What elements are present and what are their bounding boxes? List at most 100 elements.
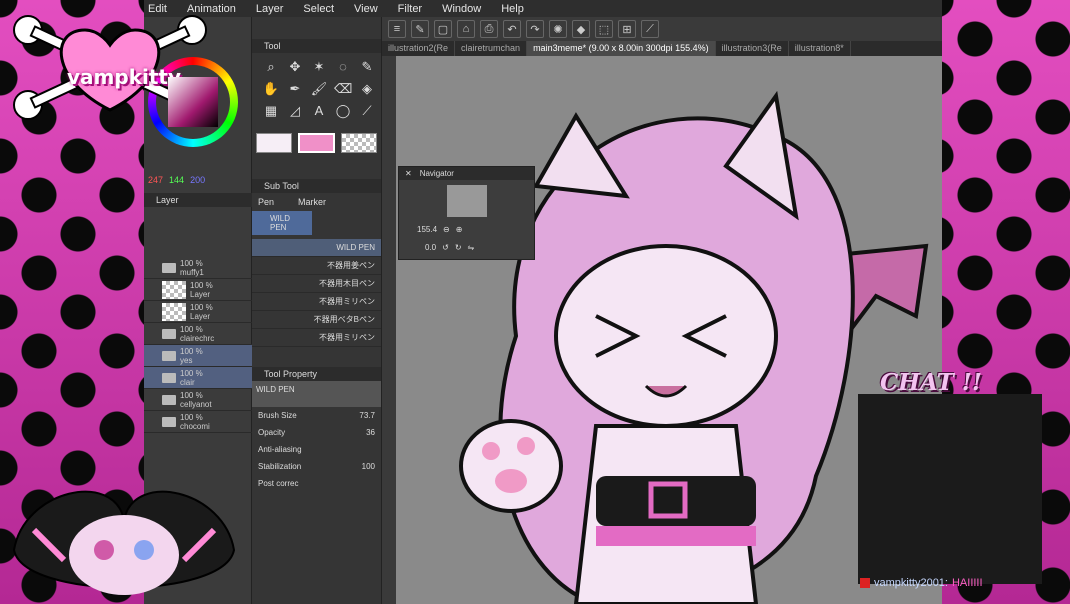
layer-row[interactable]: 100 % Layer bbox=[144, 279, 252, 301]
folder-icon bbox=[162, 416, 176, 427]
zoom-out-icon[interactable]: ⊖ bbox=[443, 225, 450, 234]
gradient-icon[interactable]: ▦ bbox=[262, 103, 280, 121]
layer-panel-header: Layer bbox=[144, 193, 252, 207]
folder-icon bbox=[162, 372, 176, 383]
figure-icon[interactable]: ◿ bbox=[286, 103, 304, 121]
fill-icon[interactable]: ◈ bbox=[358, 81, 376, 99]
face bbox=[554, 244, 778, 428]
sub-tool-tab-marker[interactable]: Marker bbox=[298, 197, 326, 207]
menu-icon[interactable]: ≡ bbox=[388, 20, 406, 38]
document-tab[interactable]: main3meme* (9.00 x 8.00in 300dpi 155.4%) bbox=[527, 41, 716, 56]
chat-box bbox=[858, 394, 1042, 584]
paw-bean bbox=[482, 442, 500, 460]
rotate-left-icon[interactable]: ↺ bbox=[442, 243, 449, 252]
brush-item[interactable]: 不器用ベタBペン bbox=[252, 311, 381, 329]
balloon-icon[interactable]: ◯ bbox=[334, 103, 352, 121]
swatch-light[interactable] bbox=[256, 133, 293, 153]
new-icon[interactable]: ▢ bbox=[434, 20, 452, 38]
brush-item[interactable]: WILD PEN bbox=[252, 239, 381, 257]
sub-tool-group[interactable]: WILD PEN bbox=[252, 211, 312, 235]
pen-icon[interactable]: ✒ bbox=[286, 81, 304, 99]
paw-pad bbox=[495, 469, 527, 493]
close-icon[interactable]: ✕ bbox=[405, 169, 412, 178]
post-correction-row[interactable]: Post correc bbox=[252, 475, 381, 492]
zoom-value[interactable]: 155.4 bbox=[417, 225, 437, 234]
chat-title: CHAT !! bbox=[880, 369, 982, 396]
stabilization-row[interactable]: Stabilization 100 bbox=[252, 458, 381, 475]
layer-row[interactable]: 100 % muffy1 bbox=[144, 257, 252, 279]
zoom-icon[interactable]: ⌕ bbox=[262, 59, 280, 77]
brush-item[interactable]: 不器用ミリペン bbox=[252, 293, 381, 311]
layer-row[interactable]: 100 % chocomi bbox=[144, 411, 252, 433]
layer-thumbnail bbox=[162, 280, 186, 299]
brush-icon[interactable]: 🖌 bbox=[310, 81, 328, 99]
layer-opacity: 100 % bbox=[180, 324, 203, 334]
menu-view[interactable]: View bbox=[354, 3, 378, 15]
navigator-thumbnail[interactable] bbox=[447, 185, 487, 217]
anti-aliasing-row[interactable]: Anti-aliasing bbox=[252, 441, 381, 458]
menu-help[interactable]: Help bbox=[501, 3, 524, 15]
eyedropper-icon[interactable]: ✎ bbox=[358, 59, 376, 77]
rotation-value[interactable]: 0.0 bbox=[425, 243, 436, 252]
menu-window[interactable]: Window bbox=[442, 3, 481, 15]
rotate-right-icon[interactable]: ↻ bbox=[455, 243, 462, 252]
opacity-row[interactable]: Opacity 36 bbox=[252, 424, 381, 441]
draw-icon[interactable]: ✎ bbox=[411, 20, 429, 38]
brush-item[interactable]: 不器用姜ペン bbox=[252, 257, 381, 275]
layer-name: yes bbox=[180, 355, 193, 365]
stabilization-value[interactable]: 100 bbox=[362, 462, 375, 471]
swatch-pink[interactable] bbox=[298, 133, 335, 153]
clear-icon[interactable]: ✺ bbox=[549, 20, 567, 38]
layer-opacity: 100 % bbox=[190, 302, 213, 312]
eraser-icon[interactable]: ⌫ bbox=[334, 81, 352, 99]
layer-list: 100 % muffy1 100 % Layer 100 % Layer 100 % clai… bbox=[144, 257, 252, 433]
swatch-transparent[interactable] bbox=[340, 133, 377, 153]
layer-row[interactable]: 100 % yes bbox=[144, 345, 252, 367]
menu-filter[interactable]: Filter bbox=[398, 3, 422, 15]
layer-opacity: 100 % bbox=[180, 346, 203, 356]
layer-name: cellyanot bbox=[180, 399, 212, 409]
command-bar: ≡ ✎ ▢ ⌂ ⎙ ↶ ↷ ✺ ◆ ⬚ ⊞ ⟋ bbox=[382, 17, 942, 41]
anti-aliasing-label: Anti-aliasing bbox=[258, 445, 302, 454]
color-swatches bbox=[252, 127, 381, 159]
layer-row[interactable]: 100 % clairechrc bbox=[144, 323, 252, 345]
document-tab[interactable]: illustration8* bbox=[789, 41, 851, 56]
navigator-title: Navigator bbox=[419, 169, 454, 178]
text-icon[interactable]: A bbox=[310, 103, 328, 121]
brush-list: WILD PEN 不器用姜ペン 不器用木目ペン 不器用ミリペン 不器用ベタBペン 不器用ミ… bbox=[252, 239, 381, 347]
brush-item[interactable]: 不器用ミリペン bbox=[252, 329, 381, 347]
lasso-icon[interactable]: ◌ bbox=[334, 59, 352, 77]
hand-icon[interactable]: ✋ bbox=[262, 81, 280, 99]
color-square[interactable] bbox=[168, 77, 218, 127]
brush-item[interactable]: 不器用木目ペン bbox=[252, 275, 381, 293]
save-icon[interactable]: ⎙ bbox=[480, 20, 498, 38]
document-tab[interactable]: illustration3(Re bbox=[716, 41, 789, 56]
fill-selection-icon[interactable]: ◆ bbox=[572, 20, 590, 38]
document-tab[interactable]: illustration2(Re bbox=[382, 41, 456, 56]
transform-icon[interactable]: ⬚ bbox=[595, 20, 613, 38]
brush-size-row[interactable]: Brush Size 73.7 bbox=[252, 407, 381, 424]
ruler-icon[interactable]: ⟋ bbox=[358, 103, 376, 121]
layer-row[interactable]: 100 % cellyanot bbox=[144, 389, 252, 411]
document-tab[interactable]: clairetrumchan bbox=[455, 41, 528, 56]
folder-icon bbox=[162, 262, 176, 273]
redo-icon[interactable]: ↷ bbox=[526, 20, 544, 38]
brush-size-value[interactable]: 73.7 bbox=[359, 411, 375, 420]
zoom-in-icon[interactable]: ⊕ bbox=[456, 225, 463, 234]
menu-select[interactable]: Select bbox=[303, 3, 334, 15]
brush-preview-name: WILD PEN bbox=[252, 381, 381, 407]
ruler-snap-icon[interactable]: ⟋ bbox=[641, 20, 659, 38]
flip-icon[interactable]: ⇋ bbox=[468, 243, 475, 252]
menu-layer[interactable]: Layer bbox=[256, 3, 284, 15]
layer-row[interactable]: 100 % Layer bbox=[144, 301, 252, 323]
opacity-value[interactable]: 36 bbox=[366, 428, 375, 437]
move-icon[interactable]: ✥ bbox=[286, 59, 304, 77]
navigator-panel: ✕ Navigator 155.4 ⊖ ⊕ 0.0 ↺ ↻ ⇋ bbox=[398, 166, 535, 260]
undo-icon[interactable]: ↶ bbox=[503, 20, 521, 38]
snap-icon[interactable]: ⊞ bbox=[618, 20, 636, 38]
layer-row[interactable]: 100 % clair bbox=[144, 367, 252, 389]
character-emote bbox=[4, 470, 244, 600]
wand-icon[interactable]: ✶ bbox=[310, 59, 328, 77]
sub-tool-tab-pen[interactable]: Pen bbox=[258, 197, 274, 207]
open-icon[interactable]: ⌂ bbox=[457, 20, 475, 38]
